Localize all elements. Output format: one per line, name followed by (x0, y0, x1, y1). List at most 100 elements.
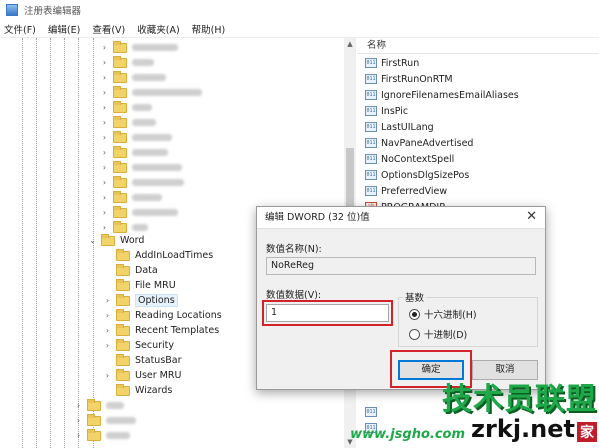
value-name-field[interactable]: NoReReg (266, 257, 536, 275)
folder-open-icon (101, 233, 115, 246)
tree-item-blurred[interactable]: › (100, 40, 178, 55)
tree-item-label: User MRU (135, 370, 182, 381)
title-bar: 注册表编辑器 (0, 0, 599, 20)
blurred-label (132, 44, 178, 51)
expand-arrow-icon: › (102, 208, 107, 217)
menu-edit[interactable]: 编辑(E) (48, 22, 80, 36)
tree-item-blurred[interactable]: › (100, 85, 202, 100)
value-row[interactable]: 011 FirstRun (365, 55, 419, 71)
folder-icon (113, 40, 127, 53)
expand-arrow-icon[interactable]: › (103, 296, 112, 305)
binary-value-icon: 011 (365, 122, 377, 132)
folder-icon (113, 160, 127, 173)
tree-item-file-mru[interactable]: File MRU (103, 278, 176, 293)
scroll-up-icon[interactable]: ▲ (344, 38, 356, 50)
folder-icon (116, 353, 130, 366)
folder-icon (116, 308, 130, 321)
tree-item-options[interactable]: › Options (103, 293, 178, 308)
expand-arrow-icon[interactable]: › (103, 371, 112, 380)
folder-icon (113, 100, 127, 113)
value-row[interactable]: 011 InsPic (365, 103, 408, 119)
tree-item-blurred[interactable]: › (100, 100, 152, 115)
value-row[interactable]: 011 IgnoreFilenamesEmailAliases (365, 87, 519, 103)
expand-arrow-icon[interactable]: › (103, 326, 112, 335)
tree-item-blurred[interactable]: › (100, 70, 166, 85)
menu-bar: 文件(F) 编辑(E) 查看(V) 收藏夹(A) 帮助(H) (0, 20, 599, 38)
menu-favorites[interactable]: 收藏夹(A) (137, 22, 179, 36)
tree-item-blurred[interactable]: › (74, 428, 130, 443)
tree-item-blurred[interactable]: › (100, 175, 184, 190)
value-row[interactable]: 011 LastUILang (365, 119, 434, 135)
tree-item-reading-locations[interactable]: › Reading Locations (103, 308, 222, 323)
close-icon[interactable]: ✕ (526, 209, 537, 224)
expand-arrow-icon[interactable]: › (103, 311, 112, 320)
tree-item-addinloadtimes[interactable]: AddInLoadTimes (103, 248, 213, 263)
blurred-label (132, 209, 178, 216)
folder-icon (113, 145, 127, 158)
tree-item-blurred[interactable]: › (100, 160, 182, 175)
tree-item-label: Word (120, 235, 145, 246)
tree-item-user-mru[interactable]: › User MRU (103, 368, 181, 383)
watermark-brand: zrkj.net (471, 415, 575, 443)
blurred-label (132, 74, 166, 81)
radio-unchecked-icon[interactable] (409, 328, 420, 340)
value-name: InsPic (381, 105, 409, 117)
value-row[interactable]: 011 PreferredView (365, 183, 447, 199)
menu-help[interactable]: 帮助(H) (192, 22, 226, 36)
folder-icon (87, 413, 101, 426)
tree-item-data[interactable]: Data (103, 263, 158, 278)
site-watermark: 技术员联盟 www.jsgho.com zrkj.net 家 (350, 384, 597, 442)
menu-file[interactable]: 文件(F) (4, 22, 36, 36)
tree-item-blurred[interactable]: › (100, 190, 162, 205)
collapse-arrow-icon[interactable]: ⌄ (88, 236, 97, 245)
value-name: LastUILang (381, 121, 434, 133)
tree-item-label: Options (135, 294, 178, 307)
tree-item-recent-templates[interactable]: › Recent Templates (103, 323, 219, 338)
watermark-title: 技术员联盟 (442, 382, 597, 417)
menu-view[interactable]: 查看(V) (92, 22, 125, 36)
blurred-label (132, 89, 202, 96)
value-row[interactable]: 011 NoContextSpell (365, 151, 454, 167)
value-row[interactable]: 011 NavPaneAdvertised (365, 135, 473, 151)
blurred-label (106, 432, 130, 439)
tree-item-blurred[interactable]: › (100, 130, 172, 145)
column-header-name[interactable]: 名称 (357, 38, 599, 54)
tree-item-blurred[interactable]: › (100, 205, 178, 220)
folder-icon (116, 323, 130, 336)
expand-arrow-icon: › (102, 118, 107, 127)
tree-item-wizards[interactable]: Wizards (103, 383, 172, 398)
tree-item-label: Recent Templates (135, 325, 220, 336)
folder-icon (87, 428, 101, 441)
highlight-box (262, 300, 393, 326)
expand-arrow-icon: › (102, 73, 107, 82)
radio-hex[interactable]: 十六进制(H) (409, 307, 477, 321)
binary-value-icon: 011 (365, 90, 377, 100)
radio-dec[interactable]: 十进制(D) (409, 327, 467, 341)
tree-item-label: Security (135, 340, 175, 351)
blurred-label (132, 134, 172, 141)
expand-arrow-icon: › (102, 88, 107, 97)
value-row[interactable]: 011 OptionsDlgSizePos (365, 167, 469, 183)
value-row[interactable]: 011 FirstRunOnRTM (365, 71, 453, 87)
tree-item-blurred[interactable]: › (100, 145, 168, 160)
tree-item-blurred[interactable]: › (74, 398, 124, 413)
radio-checked-icon[interactable] (409, 308, 420, 320)
expand-arrow-icon: › (76, 431, 81, 440)
tree-item-security[interactable]: › Security (103, 338, 174, 353)
cancel-button[interactable]: 取消 (472, 360, 538, 380)
value-data-label: 数值数据(V): (266, 290, 322, 301)
tree-item-word[interactable]: ⌄ Word (88, 233, 144, 248)
expand-arrow-icon: › (102, 58, 107, 67)
binary-value-icon: 011 (365, 170, 377, 180)
expand-arrow-icon[interactable]: › (103, 341, 112, 350)
folder-icon (113, 130, 127, 143)
folder-icon (113, 205, 127, 218)
value-name: NoContextSpell (381, 153, 455, 165)
tree-item-blurred[interactable]: › (100, 115, 156, 130)
tree-item-blurred[interactable]: › (100, 55, 154, 70)
folder-icon (113, 175, 127, 188)
dialog-title: 编辑 DWORD (32 位)值 (257, 207, 545, 229)
base-label: 基数 (403, 290, 427, 304)
tree-item-blurred[interactable]: › (74, 413, 136, 428)
tree-item-statusbar[interactable]: StatusBar (103, 353, 182, 368)
